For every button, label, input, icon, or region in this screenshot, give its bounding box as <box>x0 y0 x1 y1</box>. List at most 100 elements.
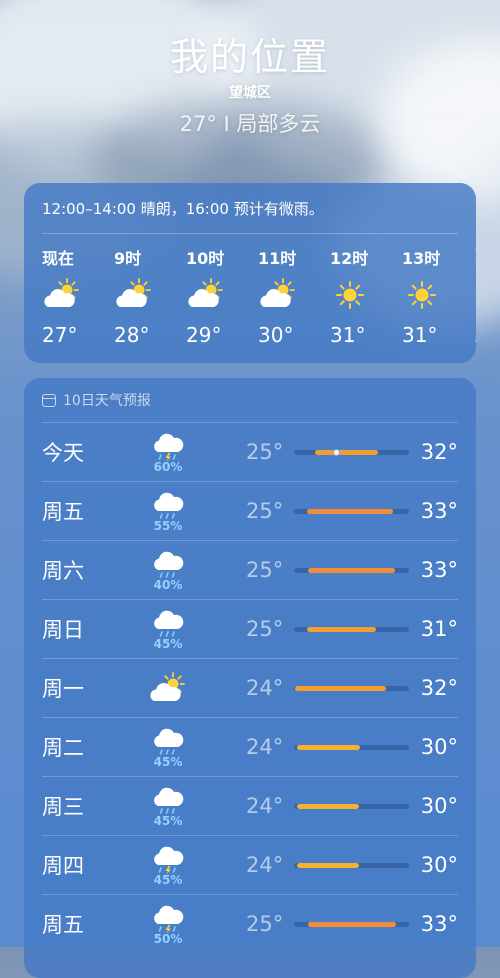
hour-label: 9时 <box>114 249 142 268</box>
precip-chance: 45% <box>153 755 183 769</box>
current-conditions: 27° Ι 局部多云 <box>179 112 321 136</box>
hour-label: 13时 <box>402 249 441 268</box>
daily-row[interactable]: 周六 40% 25° 33° <box>42 540 458 599</box>
hour-label: 现在 <box>42 249 75 268</box>
temp-range-fill <box>314 450 378 455</box>
partly-cloudy-icon <box>114 277 154 313</box>
daily-forecast-title: 10日天气预报 <box>63 393 151 409</box>
sun-icon <box>330 277 370 313</box>
day-label: 周五 <box>42 500 84 524</box>
low-temp: 25° <box>246 440 284 464</box>
hour-label: 12时 <box>330 249 369 268</box>
temp-range-fill <box>297 745 360 750</box>
low-temp: 24° <box>246 676 284 700</box>
calendar-icon <box>42 393 56 407</box>
thunderstorm-icon: 50% <box>150 902 186 948</box>
temp-range-bar <box>294 686 409 691</box>
hour-item: 11时 30° <box>258 245 330 347</box>
high-temp: 31° <box>420 617 458 641</box>
low-temp: 25° <box>246 912 284 936</box>
daily-row[interactable]: 周五 55% 25° 33° <box>42 481 458 540</box>
hour-temp: 31° <box>402 323 438 347</box>
partly-cloudy-icon <box>186 277 226 313</box>
low-temp: 24° <box>246 853 284 877</box>
daily-row[interactable]: 今天 60% 25° 32° <box>42 422 458 481</box>
thunderstorm-icon: 60% <box>150 430 186 476</box>
hour-item: 12时 31° <box>330 245 402 347</box>
low-temp: 24° <box>246 794 284 818</box>
high-temp: 32° <box>420 440 458 464</box>
temp-range-bar <box>294 509 409 514</box>
day-label: 今天 <box>42 441 84 465</box>
location-title: 我的位置 <box>169 35 330 79</box>
sun-icon <box>474 277 476 313</box>
daily-row[interactable]: 周五 50% 25° 33° <box>42 894 458 953</box>
daily-forecast-header: 10日天气预报 <box>24 378 476 422</box>
hour-temp: 31° <box>330 323 366 347</box>
temp-range-fill <box>306 627 376 632</box>
hour-temp: 28° <box>114 323 150 347</box>
thunderstorm-icon: 45% <box>150 843 186 889</box>
hourly-summary: 12:00–14:00 晴朗，16:00 预计有微雨。 <box>42 200 324 218</box>
daily-row[interactable]: 周日 45% 25° 31° <box>42 599 458 658</box>
temp-range-fill <box>297 863 359 868</box>
hourly-forecast-card[interactable]: 12:00–14:00 晴朗，16:00 预计有微雨。 现在 27° 9时 28°… <box>24 183 476 363</box>
hourly-scroll-list[interactable]: 现在 27° 9时 28° 10时 29° 11时 30° 12时 31° 13时 31°… <box>42 245 476 347</box>
daily-row[interactable]: 周二 45% 24° 30° <box>42 717 458 776</box>
hour-label: 10时 <box>186 249 225 268</box>
daily-row[interactable]: 周三 45% 24° 30° <box>42 776 458 835</box>
hour-item: 1 3 <box>474 245 476 347</box>
sun-icon <box>402 277 442 313</box>
rain-icon: 45% <box>150 607 186 653</box>
day-label: 周六 <box>42 559 84 583</box>
precip-chance: 40% <box>153 578 183 592</box>
divider <box>42 233 458 234</box>
hour-temp: 27° <box>42 323 78 347</box>
temp-range-bar <box>294 449 409 456</box>
temp-range-fill <box>307 922 397 927</box>
hour-label: 1 <box>474 245 476 267</box>
day-label: 周一 <box>42 677 84 701</box>
hour-temp: 30° <box>258 323 294 347</box>
daily-row[interactable]: 周四 45% 24° 30° <box>42 835 458 894</box>
low-temp: 25° <box>246 558 284 582</box>
daily-row[interactable]: 周一 24° 32° <box>42 658 458 717</box>
high-temp: 33° <box>420 912 458 936</box>
rain-icon: 40% <box>150 548 186 594</box>
day-label: 周日 <box>42 618 84 642</box>
precip-chance: 45% <box>153 814 183 828</box>
temp-range-bar <box>294 627 409 632</box>
rain-icon: 55% <box>150 489 186 535</box>
temp-range-fill <box>295 686 386 691</box>
partly-cloudy-icon <box>150 671 186 717</box>
precip-chance: 60% <box>153 460 183 474</box>
precip-chance: 45% <box>153 637 183 651</box>
high-temp: 30° <box>420 735 458 759</box>
temp-range-fill <box>297 804 359 809</box>
temp-range-fill <box>306 509 394 514</box>
hour-item: 9时 28° <box>114 245 186 347</box>
high-temp: 32° <box>420 676 458 700</box>
daily-forecast-card[interactable]: 10日天气预报 今天 60% 25° 32° 周五 55% 25° 33° 周六 4… <box>24 378 476 978</box>
current-temp-dot <box>332 449 340 456</box>
temp-range-fill <box>307 568 396 573</box>
precip-chance: 50% <box>153 932 183 946</box>
temp-range-bar <box>294 745 409 750</box>
high-temp: 33° <box>420 558 458 582</box>
high-temp: 33° <box>420 499 458 523</box>
day-label: 周四 <box>42 854 84 878</box>
low-temp: 25° <box>246 499 284 523</box>
temp-range-bar <box>294 804 409 809</box>
hour-temp: 29° <box>186 323 222 347</box>
partly-cloudy-icon <box>42 277 82 313</box>
hour-label: 11时 <box>258 249 297 268</box>
hour-item: 10时 29° <box>186 245 258 347</box>
partly-cloudy-icon <box>258 277 298 313</box>
low-temp: 25° <box>246 617 284 641</box>
temp-range-bar <box>294 863 409 868</box>
day-label: 周二 <box>42 736 84 760</box>
day-label: 周五 <box>42 913 84 937</box>
precip-chance: 55% <box>153 519 183 533</box>
day-label: 周三 <box>42 795 84 819</box>
district-label: 望城区 <box>229 85 271 101</box>
